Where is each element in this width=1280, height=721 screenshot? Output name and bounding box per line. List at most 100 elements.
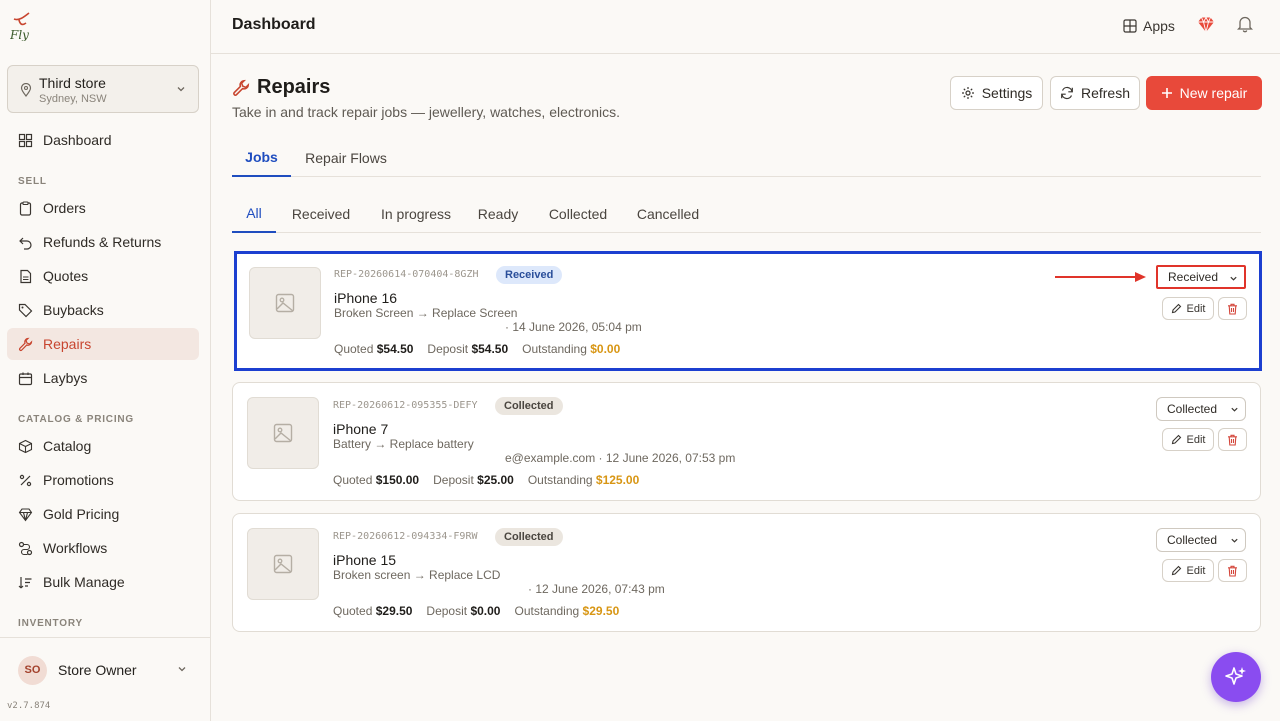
job-reference: REP-20260614-070404-8GZH [334,269,479,280]
job-amounts: Quoted $150.00 Deposit $25.00 Outstandin… [333,473,653,487]
chevron-down-icon [177,87,185,92]
sidebar-item-quotes[interactable]: Quotes [7,260,199,292]
main-tabs: Jobs Repair Flows [232,138,1261,177]
quoted-label: Quoted [333,604,373,618]
repair-issue: Broken screen → Replace LCD [333,568,501,582]
sidebar-item-label: Refunds & Returns [43,234,162,250]
percent-icon [19,474,32,486]
repair-job-card[interactable]: REP-20260614-070404-8GZH Received iPhone… [234,251,1262,371]
sidebar-item-dashboard[interactable]: Dashboard [7,124,199,156]
box-icon [18,439,33,453]
edit-button[interactable]: Edit [1162,428,1214,451]
device-name: iPhone 7 [333,421,389,437]
undo-icon [19,237,32,250]
store-name: Third store [39,75,106,91]
filter-ready[interactable]: Ready [470,194,526,233]
wrench-icon [233,79,250,96]
filter-in-progress[interactable]: In progress [370,194,462,233]
settings-button[interactable]: Settings [950,76,1043,110]
filter-received[interactable]: Received [282,194,360,233]
edit-label: Edit [1186,564,1206,577]
bulk-icon [18,576,32,588]
grid-icon [1123,19,1137,33]
quoted-label: Quoted [334,342,374,356]
job-amounts: Quoted $29.50 Deposit $0.00 Outstanding … [333,604,633,618]
repair-job-card[interactable]: REP-20260612-094334-F9RW Collected iPhon… [232,513,1261,632]
sidebar-item-workflows[interactable]: Workflows [7,532,199,564]
user-menu[interactable]: SO Store Owner [7,649,199,691]
fly-logo[interactable]: Fly [10,11,32,41]
status-select[interactable]: Collected [1156,528,1246,552]
job-meta: e@example.com · 12 June 2026, 07:53 pm [505,451,736,465]
page-subtitle: Take in and track repair jobs — jeweller… [232,104,621,120]
repair-job-card[interactable]: REP-20260612-095355-DEFY Collected iPhon… [232,382,1261,501]
status-select[interactable]: Received [1156,265,1246,289]
sidebar-item-refunds[interactable]: Refunds & Returns [7,226,199,258]
edit-label: Edit [1186,302,1206,315]
quoted-label: Quoted [333,473,373,487]
sparkle-icon [1225,667,1246,685]
job-meta: · 14 June 2026, 05:04 pm [505,320,642,334]
deposit-label: Deposit [426,604,468,618]
edit-button[interactable]: Edit [1162,297,1214,320]
edit-button[interactable]: Edit [1162,559,1214,582]
status-badge: Collected [495,397,563,415]
apps-button[interactable]: Apps [1123,15,1175,37]
delete-button[interactable] [1218,297,1247,320]
sidebar-item-laybys[interactable]: Laybys [7,362,199,394]
refresh-label: Refresh [1080,85,1131,101]
sidebar-item-label: Laybys [43,370,88,386]
outstanding-amount: $125.00 [595,473,640,487]
sidebar-item-catalog[interactable]: Catalog [7,430,199,462]
outstanding-label: Outstanding [527,473,593,487]
ai-assistant-button[interactable] [1211,652,1261,702]
trash-icon [1228,434,1237,446]
image-placeholder-icon [247,397,319,469]
avatar: SO [18,655,47,685]
sidebar-item-orders[interactable]: Orders [7,192,199,224]
refresh-button[interactable]: Refresh [1050,76,1140,110]
bell-icon[interactable] [1237,15,1253,33]
header-title: Dashboard [232,16,316,33]
status-select[interactable]: Collected [1156,397,1246,421]
clipboard-icon [19,200,32,216]
section-inventory: INVENTORY [18,618,83,629]
store-selector[interactable]: Third store Sydney, NSW [7,65,199,113]
trash-icon [1228,303,1237,315]
calendar-icon [18,372,33,385]
sidebar-item-gold-pricing[interactable]: Gold Pricing [7,498,199,530]
new-repair-button[interactable]: New repair [1146,76,1262,110]
svg-text:Fly: Fly [10,28,29,41]
sidebar-item-promotions[interactable]: Promotions [7,464,199,496]
sidebar-item-bulk-manage[interactable]: Bulk Manage [7,566,199,598]
repair-issue: Broken Screen → Replace Screen [334,306,518,320]
sidebar-item-repairs[interactable]: Repairs [7,328,199,360]
status-badge: Received [496,266,563,284]
filter-all[interactable]: All [232,194,276,233]
sidebar-item-label: Promotions [43,472,114,488]
delete-button[interactable] [1218,559,1247,582]
gem-icon[interactable] [1197,16,1215,33]
deposit-amount: $25.00 [477,473,514,487]
delete-button[interactable] [1218,428,1247,451]
apps-label: Apps [1143,18,1175,34]
job-reference: REP-20260612-095355-DEFY [333,400,478,411]
trash-icon [1228,565,1237,577]
workflow-icon [18,541,33,555]
tag-icon [18,303,33,317]
outstanding-label: Outstanding [522,342,587,356]
tab-jobs[interactable]: Jobs [232,138,291,177]
new-repair-label: New repair [1179,85,1248,101]
sidebar-item-label: Quotes [43,268,89,284]
tab-repair-flows[interactable]: Repair Flows [296,138,396,177]
status-select-value: Received [1168,270,1219,284]
edit-label: Edit [1186,433,1206,446]
deposit-label: Deposit [427,342,469,356]
repair-issue: Battery → Replace battery [333,437,474,451]
sidebar-item-label: Repairs [43,336,92,352]
sidebar-item-buybacks[interactable]: Buybacks [7,294,199,326]
refresh-icon [1061,86,1073,100]
filter-collected[interactable]: Collected [538,194,618,233]
filter-cancelled[interactable]: Cancelled [628,194,708,233]
section-catalog: CATALOG & PRICING [18,414,135,425]
